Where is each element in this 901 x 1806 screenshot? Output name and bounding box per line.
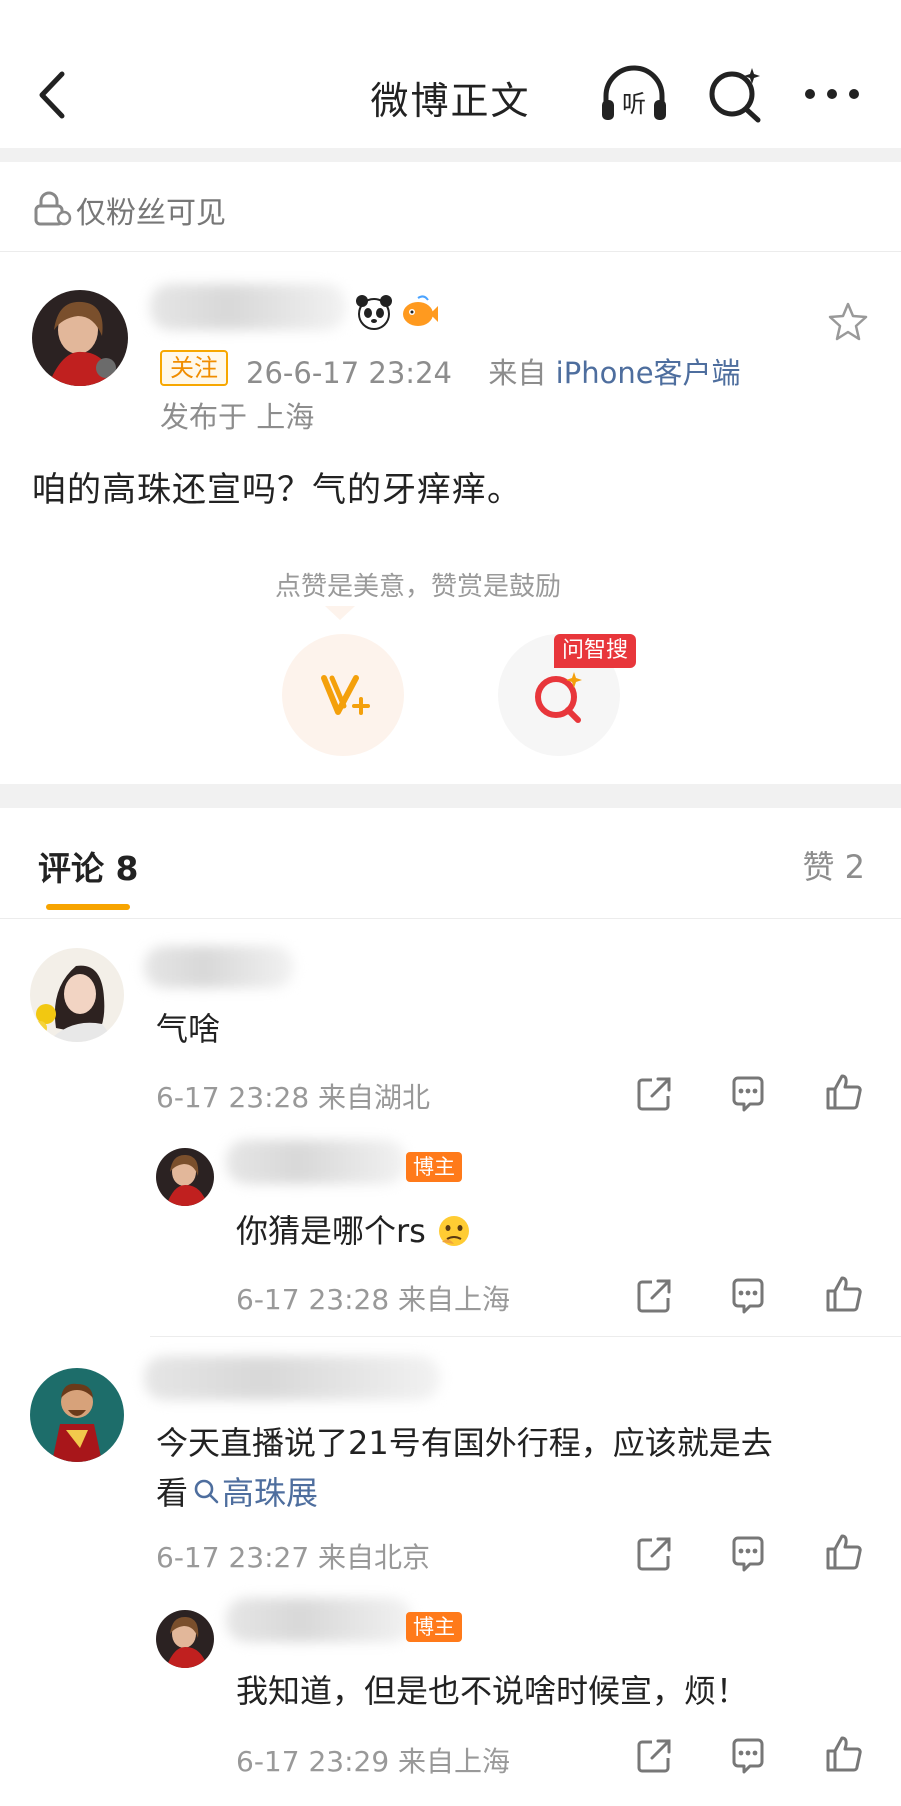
- reply-author-avatar[interactable]: [156, 1610, 214, 1668]
- share-icon[interactable]: [634, 1074, 674, 1114]
- tip-pointer: [325, 606, 355, 620]
- tab-comments[interactable]: 评论 8: [38, 842, 138, 890]
- author-badge: 博主: [406, 1612, 462, 1642]
- tab-active-indicator: [46, 904, 130, 910]
- commenter-name-blurred[interactable]: [144, 1356, 440, 1400]
- commenter-avatar[interactable]: [30, 1368, 124, 1462]
- comment-text: 气啥: [156, 1010, 221, 1048]
- post-from-prefix: 来自: [488, 356, 547, 390]
- reply-text: 你猜是哪个rs: [236, 1206, 472, 1252]
- share-icon[interactable]: [634, 1276, 674, 1316]
- author-avatar[interactable]: [32, 290, 128, 386]
- reply-author-avatar[interactable]: [156, 1148, 214, 1206]
- listen-headphones-icon[interactable]: 听: [598, 64, 670, 124]
- tab-likes[interactable]: 赞 2: [802, 842, 865, 888]
- section-divider: [0, 784, 901, 808]
- reply-icon[interactable]: [728, 1276, 768, 1316]
- v-plus-icon: [321, 675, 370, 715]
- post-meta: 26-6-17 23:24 来自 iPhone客户端: [246, 350, 741, 392]
- post-content: 咱的高珠还宣吗？气的牙痒痒。: [32, 470, 522, 510]
- like-thumb-icon[interactable]: [824, 1072, 864, 1112]
- like-thumb-icon[interactable]: [824, 1532, 864, 1572]
- reply-meta: 6-17 23:28 来自上海: [236, 1283, 511, 1316]
- share-icon[interactable]: [634, 1736, 674, 1776]
- comment-text-line2: 看 高珠展: [156, 1468, 318, 1514]
- reply-author-name-blurred[interactable]: [226, 1598, 412, 1642]
- post-time: 26-6-17 23:24: [246, 356, 452, 390]
- reply-author-name-blurred[interactable]: [226, 1140, 406, 1184]
- hashtag-search-icon: [194, 1479, 219, 1504]
- favorite-star-icon[interactable]: [826, 300, 870, 344]
- more-options-icon[interactable]: [800, 76, 864, 112]
- visibility-label: 仅粉丝可见: [76, 196, 226, 231]
- smart-search-icon[interactable]: [706, 64, 766, 124]
- like-thumb-icon[interactable]: [824, 1274, 864, 1314]
- reply-icon[interactable]: [728, 1534, 768, 1574]
- thinking-emoji-icon: [439, 1216, 470, 1246]
- share-icon[interactable]: [634, 1534, 674, 1574]
- wzs-badge: 问智搜: [554, 634, 637, 668]
- reply-icon[interactable]: [728, 1736, 768, 1776]
- reply-meta: 6-17 23:29 来自上海: [236, 1745, 511, 1778]
- divider: [0, 918, 901, 919]
- section-divider: [0, 148, 901, 162]
- comment-meta: 6-17 23:27 来自北京: [156, 1541, 431, 1574]
- post-location: 发布于 上海: [160, 400, 315, 434]
- visibility-row: 仅粉丝可见: [0, 162, 901, 252]
- reward-button[interactable]: [282, 634, 404, 756]
- follow-button[interactable]: 关注: [160, 350, 228, 386]
- post-source-link[interactable]: iPhone客户端: [556, 356, 741, 390]
- comment-text: 今天直播说了21号有国外行程，应该就是去: [156, 1424, 773, 1462]
- top-nav-bar: 微博正文 听: [0, 0, 901, 148]
- lock-fans-icon: [34, 191, 72, 226]
- commenter-name-blurred[interactable]: [144, 946, 294, 988]
- comment-text-prefix: 看: [156, 1474, 189, 1512]
- reply-icon[interactable]: [728, 1074, 768, 1114]
- comment-meta: 6-17 23:28 来自湖北: [156, 1081, 431, 1114]
- reply-text-content: 你猜是哪个rs: [236, 1212, 426, 1250]
- author-name-blurred[interactable]: [150, 284, 346, 330]
- reply-text: 我知道，但是也不说啥时候宣，烦！: [236, 1672, 749, 1710]
- fish-badge-icon: [403, 295, 438, 326]
- author-badge: 博主: [406, 1152, 462, 1182]
- panda-icon: [356, 295, 392, 330]
- like-thumb-icon[interactable]: [824, 1734, 864, 1774]
- reward-tip: 点赞是美意，赞赏是鼓励: [274, 572, 561, 602]
- commenter-avatar[interactable]: [30, 948, 124, 1042]
- svg-text:听: 听: [622, 90, 646, 118]
- divider: [150, 1336, 901, 1337]
- hashtag-link[interactable]: 高珠展: [222, 1474, 318, 1512]
